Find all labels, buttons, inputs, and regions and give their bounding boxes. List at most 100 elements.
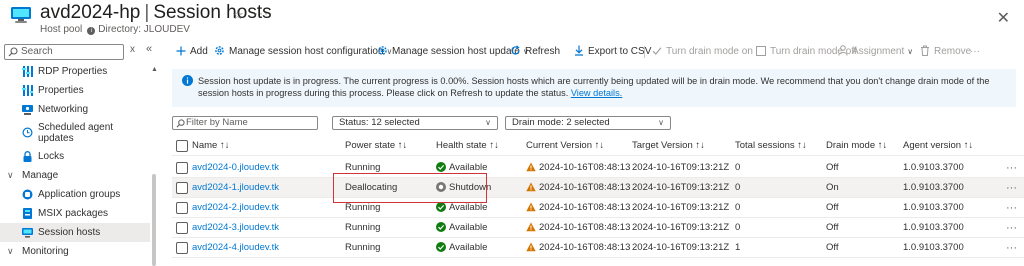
session-host-name-link[interactable]: avd2024-1.jloudev.tk: [192, 178, 342, 198]
session-host-name-link[interactable]: avd2024-2.jloudev.tk: [192, 198, 342, 218]
row-more-button[interactable]: ···: [1006, 158, 1017, 178]
warning-icon: [526, 202, 536, 212]
table-row[interactable]: avd2024-3.jloudev.tk Running Available 2…: [172, 218, 1024, 238]
available-check-icon: [436, 222, 446, 232]
warning-icon: [526, 242, 536, 252]
column-header-name[interactable]: Name ↑↓: [192, 136, 332, 156]
sidebar-group-manage[interactable]: ∨ Manage: [0, 166, 150, 185]
plus-icon: [176, 46, 186, 56]
table-row[interactable]: avd2024-4.jloudev.tk Running Available 2…: [172, 238, 1024, 258]
table-row[interactable]: avd2024-1.jloudev.tk Deallocating Shutdo…: [172, 178, 1024, 198]
row-checkbox[interactable]: [176, 242, 188, 254]
command-bar: Add Manage session host configuration ∨ M…: [176, 44, 1024, 60]
host-pool-icon: [11, 7, 31, 23]
assignment-button[interactable]: Assignment ∨: [838, 44, 913, 60]
column-header-agent-version[interactable]: Agent version ↑↓: [903, 136, 1003, 156]
lock-icon: [23, 151, 32, 162]
sidebar-item-label: Networking: [38, 104, 89, 115]
page-subtitle: Host pool i Directory: JLOUDEV: [40, 24, 190, 35]
toolbar-more-button[interactable]: ···: [970, 44, 980, 60]
column-header-power-state[interactable]: Power state ↑↓: [345, 136, 435, 156]
current-version-label: 2024-10-16T08:48:13.0...: [539, 182, 630, 193]
column-header-target-version[interactable]: Target Version ↑↓: [632, 136, 732, 156]
row-more-button[interactable]: ···: [1006, 198, 1017, 218]
menu-search-input[interactable]: Search: [4, 44, 124, 60]
refresh-label: Refresh: [525, 46, 561, 57]
column-header-health-state[interactable]: Health state ↑↓: [436, 136, 526, 156]
current-version: 2024-10-16T08:48:13.0...: [526, 238, 630, 258]
sidebar-item-networking[interactable]: Networking: [0, 100, 150, 119]
sidebar-item-scheduled-agent-updates[interactable]: Scheduled agent updates: [0, 119, 150, 147]
column-header-total-sessions[interactable]: Total sessions ↑↓: [735, 136, 825, 156]
download-icon: [575, 45, 583, 56]
sidebar-item-locks[interactable]: Locks: [0, 147, 150, 166]
drain-on-label: Turn drain mode on: [666, 46, 753, 57]
total-sessions: 0: [735, 202, 741, 213]
sidebar-group-label: Manage: [22, 170, 59, 181]
row-more-button[interactable]: ···: [1006, 238, 1017, 258]
manage-session-host-update-button[interactable]: Manage session host update ∨: [377, 44, 529, 60]
target-version: 2024-10-16T09:13:21Z: [632, 202, 730, 213]
row-checkbox[interactable]: [176, 222, 188, 234]
msix-packages-icon: [23, 208, 32, 219]
column-header-drain-mode[interactable]: Drain mode ↑↓: [826, 136, 906, 156]
session-host-name-link[interactable]: avd2024-4.jloudev.tk: [192, 238, 342, 258]
sidebar-group-monitoring[interactable]: ∨ Monitoring: [0, 242, 150, 261]
sidebar-item-label: Locks: [38, 151, 65, 162]
status-filter-dropdown[interactable]: Status: 12 selected ∨: [332, 116, 498, 130]
current-version-label: 2024-10-16T08:48:13.0...: [539, 242, 630, 253]
favorite-star-icon[interactable]: ☆: [232, 7, 244, 23]
health-state: Available: [436, 238, 526, 258]
current-version: 2024-10-16T08:48:13.0...: [526, 158, 630, 178]
turn-drain-mode-on-button[interactable]: Turn drain mode on: [652, 44, 753, 60]
sidebar-item-session-hosts[interactable]: Session hosts: [0, 223, 150, 242]
manage-session-host-configuration-button[interactable]: Manage session host configuration ∨: [214, 44, 392, 60]
export-label: Export to CSV: [588, 46, 652, 57]
search-clear-icon[interactable]: x: [130, 44, 135, 55]
sidebar-item-application-groups[interactable]: Application groups: [0, 185, 150, 204]
row-more-button[interactable]: ···: [1006, 218, 1017, 238]
row-checkbox[interactable]: [176, 182, 188, 194]
power-state: Running: [345, 242, 381, 253]
filter-by-name-input[interactable]: Filter by Name: [172, 116, 318, 130]
select-all-checkbox[interactable]: [176, 140, 188, 152]
person-icon: [838, 45, 848, 56]
session-host-name-link[interactable]: avd2024-0.jloudev.tk: [192, 158, 342, 178]
table-row[interactable]: avd2024-0.jloudev.tk Running Available 2…: [172, 158, 1024, 178]
power-state: Running: [345, 222, 381, 233]
table-row[interactable]: avd2024-2.jloudev.tk Running Available 2…: [172, 198, 1024, 218]
total-sessions: 0: [735, 222, 741, 233]
checkbox-icon: [756, 46, 766, 56]
drain-mode-filter-dropdown[interactable]: Drain mode: 2 selected ∨: [505, 116, 671, 130]
current-version-label: 2024-10-16T08:48:13.0...: [539, 202, 630, 213]
sidebar-item-msix-packages[interactable]: MSIX packages: [0, 204, 150, 223]
title-more-button[interactable]: ···: [254, 6, 269, 20]
row-more-button[interactable]: ···: [1006, 178, 1017, 198]
available-check-icon: [436, 202, 446, 212]
scroll-up-arrow-icon[interactable]: ▲: [151, 66, 158, 73]
refresh-button[interactable]: Refresh: [510, 44, 560, 60]
drain-mode-filter-label: Drain mode: 2 selected: [512, 117, 610, 128]
collapse-menu-button[interactable]: «: [146, 43, 152, 55]
session-host-name-link[interactable]: avd2024-3.jloudev.tk: [192, 218, 342, 238]
row-checkbox[interactable]: [176, 162, 188, 174]
check-icon: [652, 47, 662, 55]
row-checkbox[interactable]: [176, 202, 188, 214]
sidebar-item-label: MSIX packages: [38, 208, 109, 219]
agent-version: 1.0.9103.3700: [903, 242, 964, 253]
sidebar-item-properties[interactable]: Properties: [0, 81, 150, 100]
remove-button[interactable]: Remove: [920, 44, 971, 60]
clock-icon: [22, 127, 33, 138]
gear-icon: [378, 46, 387, 55]
close-icon[interactable]: ✕: [997, 8, 1010, 28]
add-label: Add: [190, 46, 208, 57]
sidebar-item-rdp-properties[interactable]: RDP Properties: [0, 62, 150, 81]
export-to-csv-button[interactable]: Export to CSV: [574, 44, 651, 60]
menu-scrollbar[interactable]: [152, 174, 156, 266]
column-header-current-version[interactable]: Current Version ↑↓: [526, 136, 630, 156]
agent-version: 1.0.9103.3700: [903, 182, 964, 193]
application-groups-icon: [22, 189, 33, 200]
add-button[interactable]: Add: [176, 44, 208, 60]
view-details-link[interactable]: View details.: [571, 88, 622, 98]
highlight-annotation-box: [333, 173, 487, 203]
